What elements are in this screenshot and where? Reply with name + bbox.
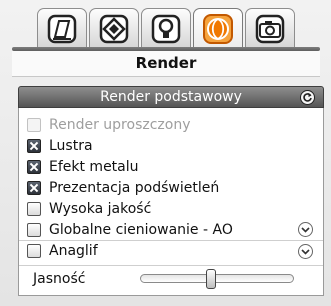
- option-prezentacja-podswietlen[interactable]: Prezentacja podświetleń: [19, 177, 323, 198]
- material-icon: [99, 14, 129, 43]
- option-label: Prezentacja podświetleń: [49, 179, 220, 196]
- tab-lights[interactable]: [141, 8, 191, 48]
- chevron-down-icon[interactable]: [298, 222, 313, 237]
- checkbox[interactable]: [27, 138, 41, 153]
- tab-camera[interactable]: [245, 8, 295, 48]
- options-list: Render uproszczony Lustra Efekt metalu P…: [18, 108, 324, 296]
- checkbox[interactable]: [27, 159, 41, 174]
- brightness-label: Jasność: [33, 270, 86, 287]
- brightness-row: Jasność: [19, 265, 323, 291]
- checkbox[interactable]: [27, 180, 41, 195]
- option-anaglif[interactable]: Anaglif: [19, 240, 323, 261]
- render-basic-panel: Render podstawowy Render uproszczony Lus…: [18, 86, 324, 300]
- chevron-down-icon[interactable]: [298, 244, 313, 259]
- collapse-icon[interactable]: [300, 90, 315, 105]
- brightness-slider[interactable]: [140, 274, 294, 283]
- checkbox: [27, 117, 41, 132]
- mode-tabs: [12, 4, 320, 48]
- checkbox[interactable]: [27, 222, 41, 237]
- tab-render[interactable]: [193, 8, 243, 48]
- render-sphere-icon: [203, 13, 233, 44]
- option-label: Anaglif: [49, 243, 98, 259]
- option-label: Wysoka jakość: [49, 200, 152, 217]
- light-bulb-icon: [151, 14, 181, 43]
- page-title: Render: [12, 51, 320, 77]
- tab-scene[interactable]: [37, 8, 87, 48]
- option-render-uproszczony: Render uproszczony: [19, 114, 323, 135]
- section-title: Render podstawowy: [100, 89, 242, 105]
- option-label: Render uproszczony: [49, 116, 191, 133]
- option-globalne-cieniowanie[interactable]: Globalne cieniowanie - AO: [19, 219, 323, 240]
- option-label: Lustra: [49, 137, 93, 154]
- option-lustra[interactable]: Lustra: [19, 135, 323, 156]
- option-wysoka-jakosc[interactable]: Wysoka jakość: [19, 198, 323, 219]
- checkbox[interactable]: [27, 201, 41, 216]
- camera-icon: [255, 14, 285, 43]
- option-label: Globalne cieniowanie - AO: [49, 221, 233, 238]
- option-label: Efekt metalu: [49, 158, 139, 175]
- scene-icon: [47, 14, 77, 43]
- checkbox[interactable]: [27, 244, 41, 258]
- tab-materials[interactable]: [89, 8, 139, 48]
- section-header[interactable]: Render podstawowy: [18, 86, 324, 108]
- brightness-slider-thumb[interactable]: [206, 268, 216, 289]
- option-efekt-metalu[interactable]: Efekt metalu: [19, 156, 323, 177]
